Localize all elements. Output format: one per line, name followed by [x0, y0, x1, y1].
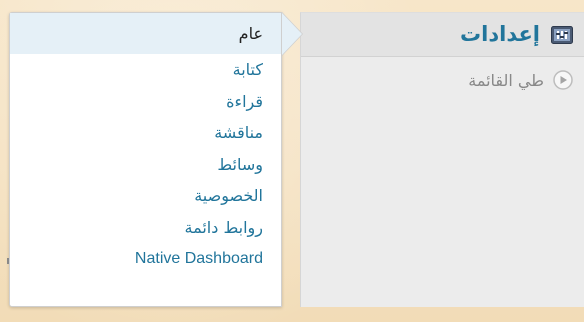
screen: إعدادات طي القائمة عام كتابة قراءة مناقش…	[0, 0, 584, 322]
settings-icon	[550, 25, 574, 45]
submenu-item-media[interactable]: وسائط	[10, 149, 281, 181]
submenu-item-writing[interactable]: كتابة	[10, 54, 281, 86]
submenu-list: عام كتابة قراءة مناقشة وسائط الخصوصية رو…	[10, 13, 281, 275]
submenu-item-discussion[interactable]: مناقشة	[10, 117, 281, 149]
play-circle-icon	[552, 69, 574, 91]
settings-submenu: عام كتابة قراءة مناقشة وسائط الخصوصية رو…	[9, 12, 303, 307]
submenu-item-native-dashboard[interactable]: Native Dashboard	[10, 243, 281, 275]
admin-sidebar: إعدادات طي القائمة	[300, 12, 584, 307]
submenu-item-permalinks[interactable]: روابط دائمة	[10, 212, 281, 244]
collapse-menu-label: طي القائمة	[468, 70, 544, 90]
submenu-item-general[interactable]: عام	[10, 13, 281, 54]
flyout-arrow	[282, 13, 302, 55]
submenu-item-reading[interactable]: قراءة	[10, 86, 281, 118]
collapse-menu-button[interactable]: طي القائمة	[301, 57, 584, 91]
submenu-item-privacy[interactable]: الخصوصية	[10, 180, 281, 212]
settings-menu-item[interactable]: إعدادات	[301, 13, 584, 57]
edge-marker	[7, 258, 9, 264]
settings-menu-title: إعدادات	[460, 22, 540, 46]
